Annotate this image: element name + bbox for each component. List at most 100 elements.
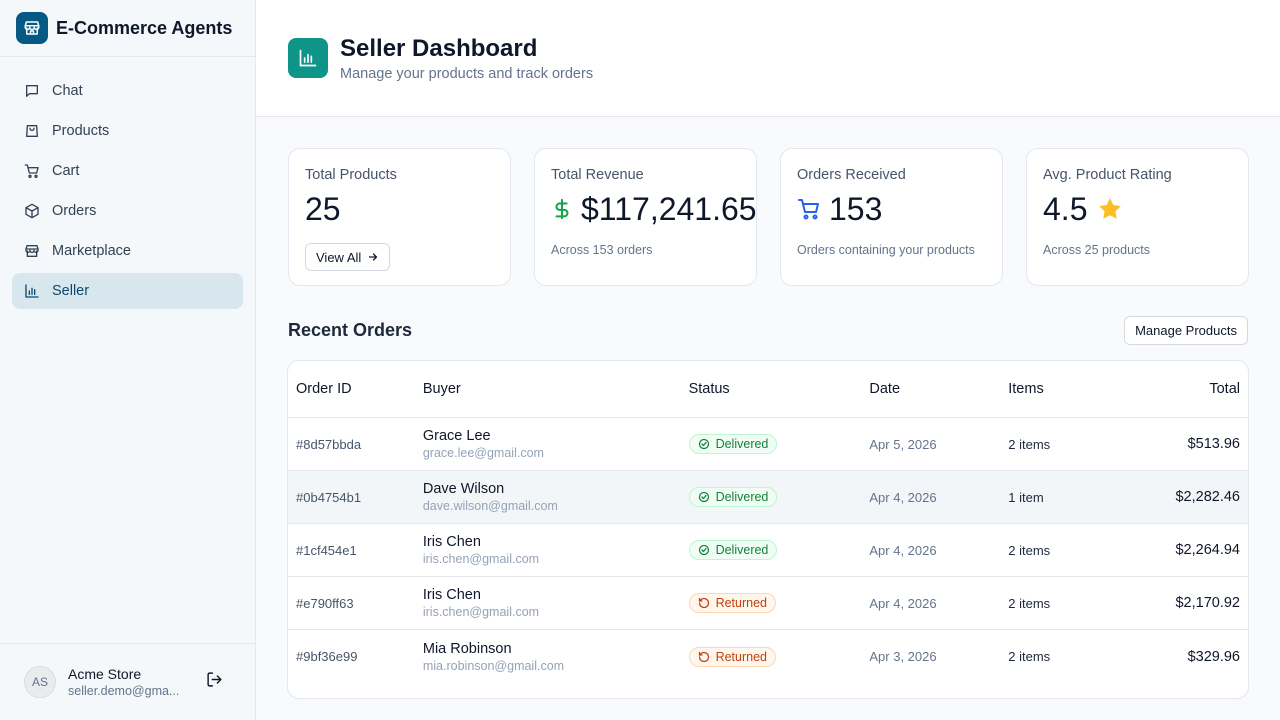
order-date: Apr 4, 2026 — [869, 542, 937, 558]
column-header-date[interactable]: Date — [869, 381, 1008, 397]
table-row[interactable]: #8d57bbda Grace Lee grace.lee@gmail.com D… — [288, 418, 1248, 471]
sidebar-item-products[interactable]: Products — [12, 113, 243, 149]
buyer-email: dave.wilson@gmail.com — [422, 499, 558, 513]
column-header-status[interactable]: Status — [689, 381, 870, 397]
status-badge: Delivered — [688, 540, 778, 560]
view-all-label: View All — [316, 249, 362, 265]
recent-orders-header: Recent Orders Manage Products — [288, 316, 1248, 345]
order-items: 2 items — [1008, 542, 1051, 558]
page-title: Seller Dashboard — [340, 34, 538, 62]
table-row[interactable]: #9bf36e99 Mia Robinson mia.robinson@gmail… — [288, 630, 1248, 683]
status-badge: Delivered — [688, 434, 778, 454]
table-row[interactable]: #e790ff63 Iris Chen iris.chen@gmail.com R… — [288, 577, 1248, 630]
stat-value: 25 — [305, 190, 341, 227]
sidebar-item-label: Chat — [52, 83, 83, 99]
buyer-email: mia.robinson@gmail.com — [422, 658, 565, 673]
column-header-items[interactable]: Items — [1008, 381, 1098, 397]
sidebar-item-label: Products — [52, 123, 110, 139]
sidebar-nav: Chat Products Cart Orders Marketplace Se… — [0, 57, 255, 329]
sidebar-item-seller[interactable]: Seller — [12, 273, 243, 309]
column-header-buyer[interactable]: Buyer — [423, 381, 689, 397]
manage-products-button[interactable]: Manage Products — [1124, 316, 1248, 345]
orders-table: Order ID Buyer Status Date Items Total #… — [287, 360, 1249, 699]
status-label: Returned — [715, 596, 768, 610]
buyer-name: Mia Robinson — [422, 640, 512, 657]
order-total: $513.96 — [1187, 436, 1240, 452]
app-title: E-Commerce Agents — [56, 17, 233, 38]
status-badge: Returned — [688, 646, 777, 667]
check-circle-icon — [698, 544, 709, 556]
shopping-bag-icon — [24, 123, 40, 139]
user-email: seller.demo@gma... — [68, 684, 180, 698]
order-date: Apr 5, 2026 — [869, 436, 937, 452]
page-header: Seller Dashboard Manage your products an… — [256, 0, 1280, 117]
package-icon — [24, 203, 40, 219]
status-badge: Delivered — [688, 487, 778, 507]
arrow-right-icon — [369, 253, 378, 261]
status-label: Delivered — [715, 437, 769, 451]
user-profile: AS Acme Store seller.demo@gma... — [0, 643, 255, 720]
sidebar-item-chat[interactable]: Chat — [12, 73, 243, 109]
table-row[interactable]: #1cf454e1 Iris Chen iris.chen@gmail.com D… — [288, 524, 1248, 577]
stat-card-avg-rating: Avg. Product Rating 4.5 Across 25 produc… — [1026, 148, 1249, 286]
order-items: 2 items — [1008, 595, 1051, 611]
stat-label: Total Products — [305, 167, 397, 183]
stat-note: Across 153 orders — [551, 243, 653, 257]
status-label: Returned — [715, 649, 768, 664]
dollar-icon — [551, 197, 573, 221]
order-id: #e790ff63 — [296, 595, 354, 611]
stat-note: Orders containing your products — [797, 243, 975, 257]
buyer-name: Iris Chen — [422, 587, 481, 603]
column-header-total[interactable]: Total — [1098, 381, 1248, 397]
stat-label: Avg. Product Rating — [1043, 167, 1172, 183]
order-total: $2,282.46 — [1175, 489, 1240, 505]
cart-icon — [24, 163, 40, 179]
order-items: 1 item — [1008, 489, 1044, 505]
cart-icon — [797, 197, 821, 221]
bar-chart-icon — [288, 38, 328, 78]
status-badge: Returned — [688, 593, 777, 613]
check-circle-icon — [698, 438, 709, 450]
order-items: 2 items — [1008, 436, 1051, 452]
logout-icon — [206, 671, 223, 693]
chat-icon — [24, 83, 40, 99]
column-header-order-id[interactable]: Order ID — [288, 381, 423, 397]
buyer-email: grace.lee@gmail.com — [422, 446, 544, 460]
stats-cards: Total Products 25 View All Total Revenue… — [288, 148, 1249, 286]
user-name: Acme Store — [68, 666, 142, 682]
main-content: Seller Dashboard Manage your products an… — [256, 0, 1280, 720]
order-total: $329.96 — [1187, 648, 1240, 665]
store-logo-icon — [16, 12, 48, 44]
logout-button[interactable] — [202, 670, 226, 694]
buyer-email: iris.chen@gmail.com — [422, 605, 540, 619]
order-total: $2,264.94 — [1175, 542, 1240, 558]
sidebar-item-cart[interactable]: Cart — [12, 153, 243, 189]
table-header: Order ID Buyer Status Date Items Total — [288, 361, 1248, 418]
stat-card-orders-received: Orders Received 153 Orders containing yo… — [780, 148, 1003, 286]
sidebar-item-label: Seller — [52, 283, 90, 299]
sidebar-item-orders[interactable]: Orders — [12, 193, 243, 229]
stat-value: 153 — [829, 190, 883, 227]
stat-value: 4.5 — [1043, 190, 1088, 227]
order-id: #1cf454e1 — [296, 542, 357, 558]
order-id: #8d57bbda — [296, 436, 362, 452]
buyer-name: Dave Wilson — [422, 481, 505, 497]
stat-card-total-revenue: Total Revenue $117,241.65 Across 153 ord… — [534, 148, 757, 286]
sidebar-item-label: Cart — [52, 163, 80, 179]
rotate-ccw-icon — [698, 651, 709, 662]
status-label: Delivered — [715, 543, 769, 557]
table-row[interactable]: #0b4754b1 Dave Wilson dave.wilson@gmail.c… — [288, 471, 1248, 524]
brand[interactable]: E-Commerce Agents — [0, 0, 255, 57]
view-all-button[interactable]: View All — [305, 243, 391, 271]
order-total: $2,170.92 — [1175, 595, 1240, 611]
sidebar-item-label: Orders — [52, 203, 97, 219]
stat-card-total-products: Total Products 25 View All — [288, 148, 511, 286]
sidebar: E-Commerce Agents Chat Products Cart Ord… — [0, 0, 256, 720]
bar-chart-icon — [24, 283, 40, 299]
rotate-ccw-icon — [698, 597, 709, 609]
order-id: #9bf36e99 — [296, 649, 358, 664]
sidebar-item-marketplace[interactable]: Marketplace — [12, 233, 243, 269]
sidebar-item-label: Marketplace — [52, 243, 131, 259]
order-items: 2 items — [1008, 649, 1051, 664]
section-title: Recent Orders — [288, 320, 413, 340]
